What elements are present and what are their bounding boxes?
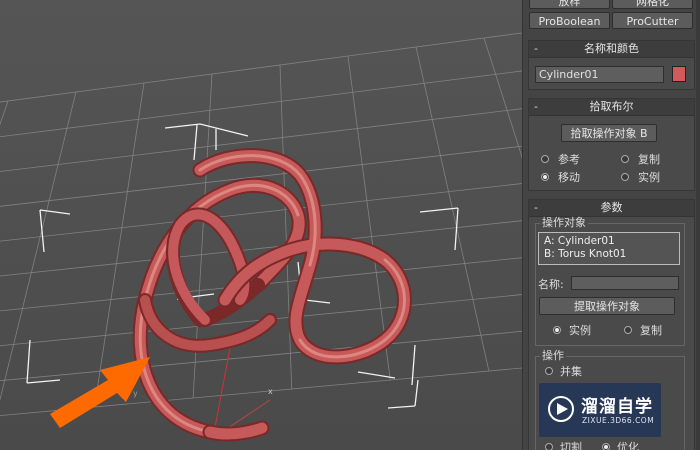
rollout-header[interactable]: - 参数 xyxy=(529,200,694,217)
extract-operand-button[interactable]: 提取操作对象 xyxy=(539,297,675,315)
radio-optimize-label: 优化 xyxy=(617,441,639,450)
radio-union-label: 并集 xyxy=(560,365,582,378)
rollout-header[interactable]: - 名称和颜色 xyxy=(529,41,694,58)
brand-logo-icon xyxy=(548,396,574,422)
radio-extract-copy-label: 复制 xyxy=(640,324,662,337)
object-name-field[interactable]: Cylinder01 xyxy=(535,66,664,83)
operands-list[interactable]: A: Cylinder01 B: Torus Knot01 xyxy=(538,232,680,265)
radio-copy-label: 复制 xyxy=(638,153,660,166)
radio-optimize[interactable] xyxy=(602,443,610,450)
operand-item-b[interactable]: B: Torus Knot01 xyxy=(544,248,674,261)
proboolean-button[interactable]: ProBoolean xyxy=(529,12,610,29)
3d-viewport[interactable]: z x y xyxy=(0,0,522,450)
rollout-title: 参数 xyxy=(600,201,623,214)
loft-button[interactable]: 放样 xyxy=(529,0,610,9)
rollout-title: 拾取布尔 xyxy=(589,100,634,113)
radio-cut[interactable] xyxy=(545,443,553,450)
radio-extract-instance[interactable] xyxy=(553,326,561,334)
radio-extract-instance-label: 实例 xyxy=(569,324,591,337)
rollout-title: 名称和颜色 xyxy=(584,42,639,55)
radio-instance-label: 实例 xyxy=(638,171,660,184)
operation-group-label: 操作 xyxy=(540,349,566,362)
panel-scrollbar[interactable] xyxy=(696,0,700,450)
radio-instance[interactable] xyxy=(621,173,629,181)
watermark-brand: 溜溜自学 xyxy=(581,397,653,417)
axis-y-label: y xyxy=(133,389,138,398)
app-window: z x y 放样 网格化 ProBoolean ProCutter - 名称和颜… xyxy=(0,0,700,450)
rollout-pick-boolean: - 拾取布尔 拾取操作对象 B 参考 复制 移动 实例 xyxy=(528,98,695,191)
axis-x-label: x xyxy=(268,387,273,396)
radio-cut-label: 切割 xyxy=(560,441,582,450)
operand-name-field[interactable] xyxy=(571,276,679,290)
rollout-header[interactable]: - 拾取布尔 xyxy=(529,99,694,116)
operand-item-a[interactable]: A: Cylinder01 xyxy=(544,235,674,248)
watermark-url: ZIXUE.3D66.COM xyxy=(582,416,655,425)
watermark: 溜溜自学 ZIXUE.3D66.COM xyxy=(539,383,661,437)
mesher-button[interactable]: 网格化 xyxy=(612,0,693,9)
radio-union[interactable] xyxy=(545,367,553,375)
radio-move[interactable] xyxy=(541,173,549,181)
object-color-swatch[interactable] xyxy=(672,66,686,82)
viewport-scene: z x y xyxy=(0,0,522,450)
radio-move-label: 移动 xyxy=(558,171,580,184)
radio-reference[interactable] xyxy=(541,155,549,163)
operands-group: 操作对象 A: Cylinder01 B: Torus Knot01 名称: 提… xyxy=(535,217,685,346)
procutter-button[interactable]: ProCutter xyxy=(612,12,693,29)
pick-operand-b-button[interactable]: 拾取操作对象 B xyxy=(561,124,657,142)
radio-extract-copy[interactable] xyxy=(624,326,632,334)
operands-group-label: 操作对象 xyxy=(540,216,588,229)
rollout-name-color: - 名称和颜色 Cylinder01 xyxy=(528,40,695,90)
radio-reference-label: 参考 xyxy=(558,153,580,166)
operand-name-label: 名称: xyxy=(538,278,564,291)
radio-copy[interactable] xyxy=(621,155,629,163)
